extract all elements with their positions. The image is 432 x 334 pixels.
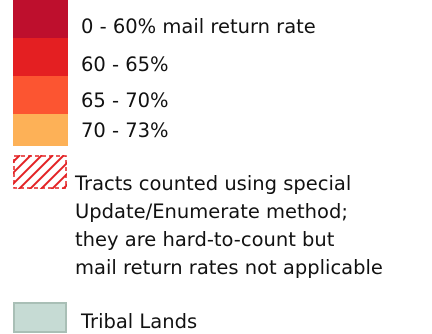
label-0-60: 0 - 60% mail return rate: [81, 15, 316, 38]
label-65-70: 65 - 70%: [81, 89, 169, 112]
hatch-line-4: mail return rates not applicable: [75, 256, 383, 279]
hatch-swatch: [13, 155, 67, 189]
hatch-line-1: Tracts counted using special: [75, 172, 352, 195]
hatch-line-2: Update/Enumerate method;: [75, 200, 348, 223]
swatch-60-65: [13, 38, 68, 76]
hatch-description: Tracts counted using special Update/Enum…: [75, 170, 383, 282]
label-60-65: 60 - 65%: [81, 53, 169, 76]
hatch-line-3: they are hard-to-count but: [75, 228, 335, 251]
tribal-lands-label: Tribal Lands: [81, 310, 198, 333]
tribal-lands-swatch: [13, 302, 67, 333]
swatch-65-70: [13, 76, 68, 114]
swatch-70-73: [13, 114, 68, 146]
label-70-73: 70 - 73%: [81, 119, 169, 142]
swatch-0-60: [13, 0, 68, 38]
map-legend: 0 - 60% mail return rate 60 - 65% 65 - 7…: [0, 0, 432, 333]
